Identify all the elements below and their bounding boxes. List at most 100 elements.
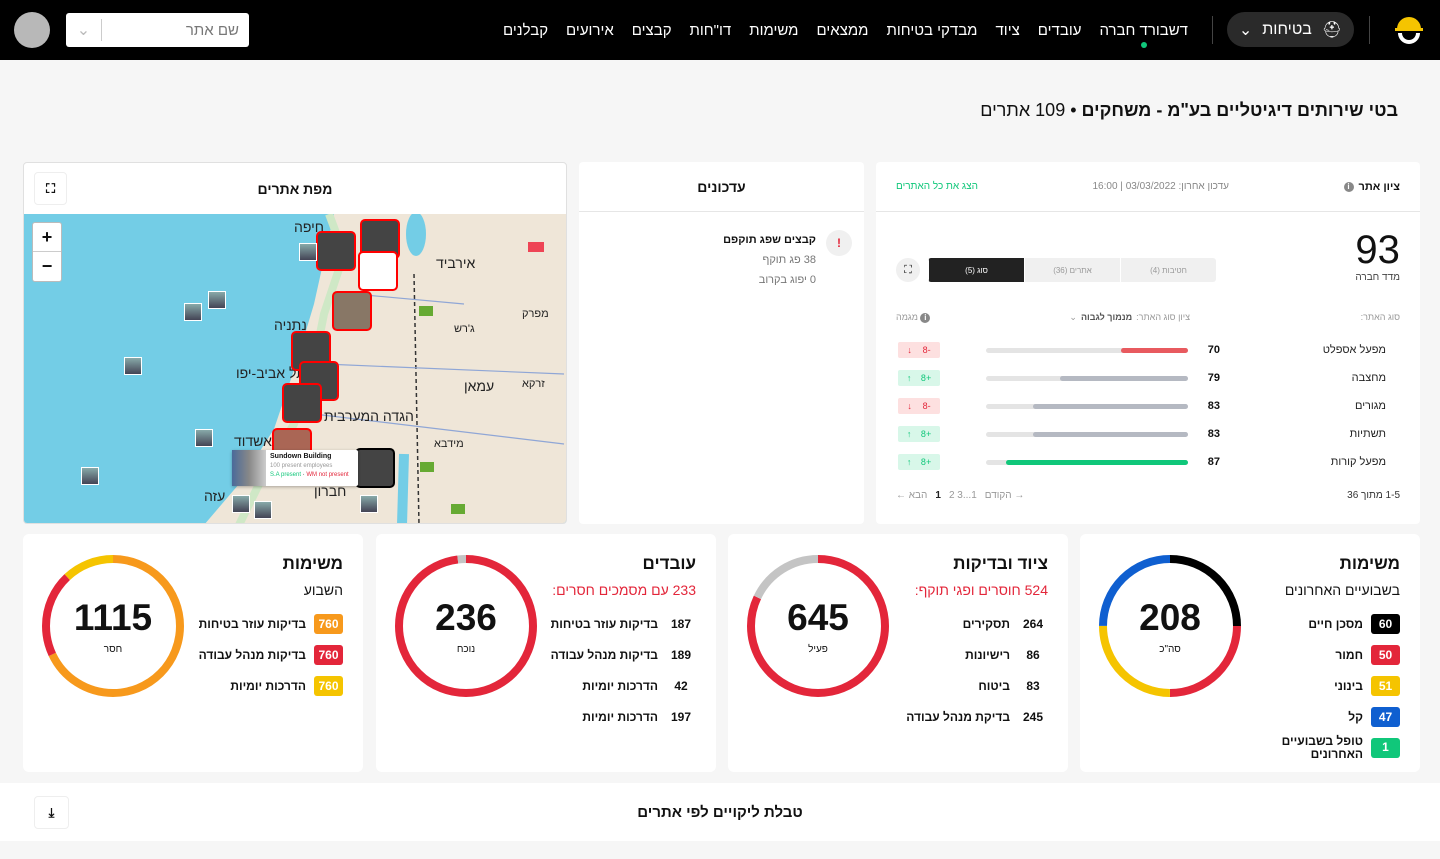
stat-line[interactable]: 47 קל bbox=[1280, 701, 1400, 732]
site-name-select[interactable]: שם אתר ⌄ bbox=[66, 13, 249, 47]
employees-card[interactable]: עובדים 233 עם מסמכים חסרים: 187 בדיקות עוז… bbox=[376, 534, 716, 772]
site-thumbnail[interactable] bbox=[232, 495, 250, 513]
site-marker[interactable] bbox=[358, 251, 398, 291]
tab-sites[interactable]: אתרים (36) bbox=[1024, 258, 1120, 282]
nav-safety-audits[interactable]: מבדקי בטיחות bbox=[877, 0, 986, 60]
site-thumbnail[interactable] bbox=[184, 303, 202, 321]
stat-line[interactable]: 42 הדרכות יומיות bbox=[551, 670, 696, 701]
nav-reports[interactable]: דו"חות bbox=[681, 0, 741, 60]
site-marker[interactable] bbox=[282, 383, 322, 423]
stat-line[interactable]: 86 רישיונות bbox=[906, 639, 1048, 670]
stat-line[interactable]: 51 בינוני bbox=[1280, 670, 1400, 701]
expired-files-item[interactable]: ! קבצים שפג תוקפם 38 פג תוקף 0 יפוג בקרו… bbox=[723, 230, 852, 290]
department-label: בטיחות bbox=[1262, 20, 1312, 38]
nav-findings[interactable]: ממצאים bbox=[808, 0, 878, 60]
site-thumbnail[interactable] bbox=[208, 291, 226, 309]
defects-table-bar: טבלת ליקויים לפי אתרים ⤓ bbox=[0, 783, 1440, 841]
count-value: 197 bbox=[670, 709, 692, 724]
city-label: מפרק bbox=[522, 308, 549, 320]
stat-line[interactable]: 760 הדרכות יומיות bbox=[199, 670, 343, 701]
hardhat-icon: ⛑ bbox=[1321, 21, 1343, 39]
avatar[interactable] bbox=[14, 12, 50, 48]
sites-map-card: מפת אתרים ⛶ + − חיפה נתניה תל אביב-יפו א… bbox=[23, 162, 567, 524]
nav-events[interactable]: אירועים bbox=[557, 0, 623, 60]
info-icon[interactable]: i bbox=[920, 313, 931, 323]
stat-line[interactable]: 245 בדיקת מנהל עבודה bbox=[906, 701, 1048, 732]
count-badge: 47 bbox=[1371, 706, 1400, 727]
zoom-out-button[interactable]: − bbox=[33, 252, 61, 281]
site-marker[interactable] bbox=[316, 231, 356, 271]
score-title: ציון אתר bbox=[1358, 180, 1400, 193]
count-badge: 760 bbox=[314, 644, 343, 665]
stat-line[interactable]: 760 בדיקות מנהל עבודה bbox=[199, 639, 343, 670]
stat-label: חמור bbox=[1335, 647, 1363, 662]
nav-equipment[interactable]: ציוד bbox=[986, 0, 1028, 60]
site-placeholder: שם אתר bbox=[185, 21, 239, 39]
nav-tasks[interactable]: משימות bbox=[740, 0, 807, 60]
stat-line[interactable]: 83 ביטוח bbox=[906, 670, 1048, 701]
site-thumbnail[interactable] bbox=[81, 467, 99, 485]
tasks-recent-card[interactable]: משימות בשבועיים האחרונים 60 מסכן חיים 50 חמו… bbox=[1080, 534, 1420, 772]
trend-badge: -8 ↓ bbox=[898, 342, 940, 358]
expand-icon[interactable]: ⛶ bbox=[896, 258, 920, 282]
site-tooltip[interactable]: Sundown Building 100 present employees S… bbox=[232, 450, 358, 486]
stat-line[interactable]: 189 בדיקות מנהל עבודה bbox=[551, 639, 696, 670]
active-dot bbox=[1140, 42, 1147, 48]
stat-line[interactable]: 187 בדיקות עוזר בטיחות bbox=[551, 608, 696, 639]
stat-line[interactable]: 60 מסכן חיים bbox=[1280, 608, 1400, 639]
top-bar: ⛑ בטיחות ⌄ דשבורד חברה עובדים ציוד מבדקי… bbox=[0, 0, 1440, 60]
zoom-in-button[interactable]: + bbox=[33, 223, 61, 252]
page-1[interactable]: 1 bbox=[935, 490, 941, 501]
nav-employees[interactable]: עובדים bbox=[1029, 0, 1091, 60]
show-all-sites-link[interactable]: הצג את כל האתרים bbox=[896, 181, 978, 192]
department-selector[interactable]: ⛑ בטיחות ⌄ bbox=[1227, 12, 1354, 47]
stat-line[interactable]: 1 טופל בשבועיים האחרונים bbox=[1280, 732, 1400, 763]
map-title: מפת אתרים bbox=[257, 180, 333, 197]
site-thumbnail[interactable] bbox=[299, 243, 317, 261]
stat-line[interactable]: 760 בדיקות עוזר בטיחות bbox=[199, 608, 343, 639]
score-value: 79 bbox=[1207, 372, 1220, 384]
page-links[interactable]: 2 3...1 bbox=[949, 490, 977, 501]
site-thumbnail[interactable] bbox=[254, 501, 272, 519]
site-thumbnail[interactable] bbox=[360, 495, 378, 513]
fullscreen-icon[interactable]: ⛶ bbox=[34, 172, 67, 205]
prev-button[interactable]: הקודם → bbox=[985, 490, 1025, 501]
tab-divisions[interactable]: חטיבות (4) bbox=[1120, 258, 1216, 282]
count-badge: 60 bbox=[1371, 613, 1400, 634]
sort-dropdown[interactable]: מנמוך לגבוה bbox=[1081, 312, 1132, 322]
chevron-down-icon[interactable]: ⌄ bbox=[66, 19, 102, 41]
info-icon[interactable]: i bbox=[1343, 181, 1354, 192]
tab-type[interactable]: סוג (5) bbox=[928, 258, 1024, 282]
site-marker[interactable] bbox=[355, 448, 395, 488]
site-marker[interactable] bbox=[332, 291, 372, 331]
nav-company-dashboard[interactable]: דשבורד חברה bbox=[1090, 0, 1197, 60]
stat-label: קל bbox=[1348, 709, 1363, 724]
hardhat-logo-icon[interactable] bbox=[1394, 15, 1424, 45]
chevron-down-icon: ⌄ bbox=[1238, 21, 1253, 39]
tasks-week-card[interactable]: משימות השבוע 760 בדיקות עוזר בטיחות 760 בדיק… bbox=[23, 534, 363, 772]
site-thumbnail[interactable] bbox=[124, 357, 142, 375]
zoom-control: + − bbox=[32, 222, 62, 282]
nav-contractors[interactable]: קבלנים bbox=[494, 0, 557, 60]
score-row[interactable]: מגורים 83 -8 ↓ bbox=[896, 396, 1400, 416]
city-label: עזה bbox=[204, 488, 226, 504]
download-icon[interactable]: ⤓ bbox=[34, 796, 69, 829]
stat-line[interactable]: 264 תסקירים bbox=[906, 608, 1048, 639]
count-badge: 50 bbox=[1371, 644, 1400, 665]
stat-line[interactable]: 197 הדרכות יומיות bbox=[551, 701, 696, 732]
arrow-up-icon: ↑ bbox=[906, 457, 912, 467]
stat-line[interactable]: 50 חמור bbox=[1280, 639, 1400, 670]
site-thumbnail[interactable] bbox=[195, 429, 213, 447]
city-label: ג'רש bbox=[454, 323, 475, 335]
score-value: 87 bbox=[1207, 456, 1220, 468]
score-value: 70 bbox=[1207, 344, 1220, 356]
divider bbox=[1369, 16, 1370, 44]
site-type: מגורים bbox=[1354, 400, 1386, 412]
score-row[interactable]: מחצבה 79 +8 ↑ bbox=[896, 368, 1400, 388]
score-row[interactable]: מפעל אספלט 70 -8 ↓ bbox=[896, 340, 1400, 360]
next-button[interactable]: ← הבא bbox=[896, 490, 927, 501]
nav-files[interactable]: קבצים bbox=[623, 0, 681, 60]
equipment-card[interactable]: ציוד ובדיקות 524 חוסרים ופגי תוקף: 264 תסק… bbox=[728, 534, 1068, 772]
score-row[interactable]: תשתיות 83 +8 ↑ bbox=[896, 424, 1400, 444]
score-row[interactable]: מפעל קורות 87 +8 ↑ bbox=[896, 452, 1400, 472]
